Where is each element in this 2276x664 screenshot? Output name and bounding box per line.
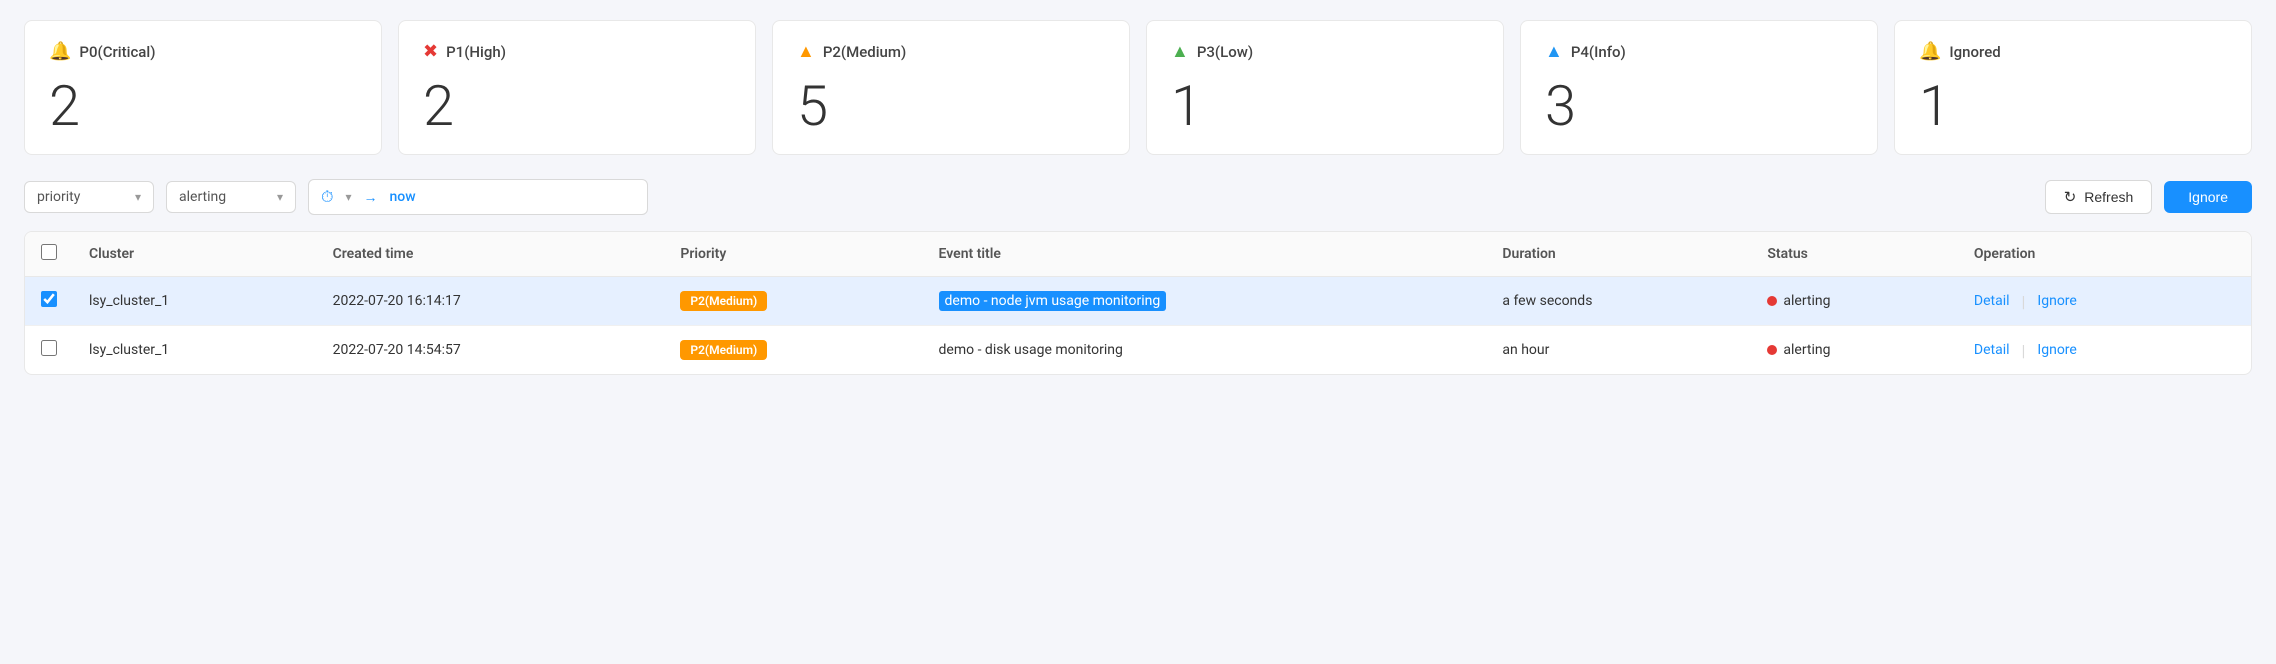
priority-card-p1[interactable]: ✖ P1(High) 2 — [398, 20, 756, 155]
priority-card-header-p0: 🔔 P0(Critical) — [49, 41, 357, 62]
priority-card-count-p3: 1 — [1171, 78, 1479, 134]
status-filter-chevron-icon: ▾ — [277, 190, 283, 204]
row-duration: an hour — [1486, 326, 1751, 375]
col-cluster: Cluster — [73, 232, 317, 277]
priority-card-p3[interactable]: ▲ P3(Low) 1 — [1146, 20, 1504, 155]
col-event-title: Event title — [923, 232, 1487, 277]
row-duration: a few seconds — [1486, 277, 1751, 326]
priority-card-count-p4: 3 — [1545, 78, 1853, 134]
priority-card-p4[interactable]: ▲ P4(Info) 3 — [1520, 20, 1878, 155]
priority-card-count-p0: 2 — [49, 78, 357, 134]
row-event-title[interactable]: demo - node jvm usage monitoring — [923, 277, 1487, 326]
time-picker-chevron-icon: ▾ — [345, 190, 351, 204]
col-created-time: Created time — [317, 232, 665, 277]
priority-card-count-ignored: 1 — [1919, 78, 2227, 134]
priority-badge: P2(Medium) — [680, 291, 767, 311]
col-operation: Operation — [1958, 232, 2251, 277]
time-range-picker[interactable]: ⏱ ▾ → now — [308, 179, 648, 215]
priority-card-header-ignored: 🔔 Ignored — [1919, 41, 2227, 62]
row-checkbox-cell — [25, 277, 73, 326]
priority-card-p0[interactable]: 🔔 P0(Critical) 2 — [24, 20, 382, 155]
row-operation: Detail | Ignore — [1958, 326, 2251, 375]
p1-icon: ✖ — [423, 41, 438, 62]
ignored-icon: 🔔 — [1919, 41, 1941, 62]
ignore-link[interactable]: Ignore — [2037, 293, 2076, 309]
refresh-label: Refresh — [2084, 189, 2133, 205]
priority-filter-label: priority — [37, 189, 80, 205]
table-header-row: Cluster Created time Priority Event titl… — [25, 232, 2251, 277]
clock-icon: ⏱ — [321, 187, 333, 207]
priority-card-header-p3: ▲ P3(Low) — [1171, 41, 1479, 62]
row-cluster: lsy_cluster_1 — [73, 277, 317, 326]
table-row: lsy_cluster_1 2022-07-20 14:54:57 P2(Med… — [25, 326, 2251, 375]
priority-card-header-p2: ▲ P2(Medium) — [797, 41, 1105, 62]
col-priority: Priority — [664, 232, 922, 277]
priority-card-label-p3: P3(Low) — [1197, 43, 1253, 61]
table-row: lsy_cluster_1 2022-07-20 16:14:17 P2(Med… — [25, 277, 2251, 326]
row-checkbox-row1[interactable] — [41, 291, 57, 307]
page-container: 🔔 P0(Critical) 2 ✖ P1(High) 2 ▲ P2(Mediu… — [0, 0, 2276, 395]
p0-icon: 🔔 — [49, 41, 71, 62]
status-filter-dropdown[interactable]: alerting ▾ — [166, 181, 296, 213]
priority-card-header-p1: ✖ P1(High) — [423, 41, 731, 62]
status-filter-label: alerting — [179, 189, 226, 205]
table-body: lsy_cluster_1 2022-07-20 16:14:17 P2(Med… — [25, 277, 2251, 375]
row-status: alerting — [1751, 277, 1958, 326]
time-now-label: now — [390, 189, 416, 205]
row-created-time: 2022-07-20 16:14:17 — [317, 277, 665, 326]
row-operation: Detail | Ignore — [1958, 277, 2251, 326]
header-checkbox-cell — [25, 232, 73, 277]
row-event-title[interactable]: demo - disk usage monitoring — [923, 326, 1487, 375]
p4-icon: ▲ — [1545, 41, 1563, 62]
priority-card-label-p2: P2(Medium) — [823, 43, 906, 61]
priority-card-header-p4: ▲ P4(Info) — [1545, 41, 1853, 62]
refresh-icon: ↻ — [2064, 188, 2077, 206]
row-priority: P2(Medium) — [664, 326, 922, 375]
detail-link[interactable]: Detail — [1974, 293, 2010, 309]
priority-cards-row: 🔔 P0(Critical) 2 ✖ P1(High) 2 ▲ P2(Mediu… — [24, 20, 2252, 155]
row-cluster: lsy_cluster_1 — [73, 326, 317, 375]
event-title-text: demo - node jvm usage monitoring — [939, 291, 1167, 311]
row-status: alerting — [1751, 326, 1958, 375]
priority-badge: P2(Medium) — [680, 340, 767, 360]
row-checkbox-row2[interactable] — [41, 340, 57, 356]
col-status: Status — [1751, 232, 1958, 277]
priority-filter-dropdown[interactable]: priority ▾ — [24, 181, 154, 213]
select-all-checkbox[interactable] — [41, 244, 57, 260]
op-separator: | — [2022, 341, 2026, 360]
p3-icon: ▲ — [1171, 41, 1189, 62]
priority-filter-chevron-icon: ▾ — [135, 190, 141, 204]
status-dot — [1767, 345, 1777, 355]
priority-card-label-p1: P1(High) — [446, 43, 506, 61]
priority-card-p2[interactable]: ▲ P2(Medium) 5 — [772, 20, 1130, 155]
op-separator: | — [2022, 292, 2026, 311]
ignore-button[interactable]: Ignore — [2164, 181, 2252, 213]
status-text: alerting — [1783, 342, 1830, 358]
time-arrow-icon: → — [364, 189, 378, 206]
toolbar: priority ▾ alerting ▾ ⏱ ▾ → now ↻ Refres… — [24, 179, 2252, 215]
priority-card-label-p0: P0(Critical) — [79, 43, 155, 61]
event-title-text: demo - disk usage monitoring — [939, 342, 1123, 358]
status-dot — [1767, 296, 1777, 306]
row-priority: P2(Medium) — [664, 277, 922, 326]
p2-icon: ▲ — [797, 41, 815, 62]
alerts-table-container: Cluster Created time Priority Event titl… — [24, 231, 2252, 375]
detail-link[interactable]: Detail — [1974, 342, 2010, 358]
refresh-button[interactable]: ↻ Refresh — [2045, 180, 2153, 214]
priority-card-ignored[interactable]: 🔔 Ignored 1 — [1894, 20, 2252, 155]
priority-card-count-p1: 2 — [423, 78, 731, 134]
status-text: alerting — [1783, 293, 1830, 309]
alerts-table: Cluster Created time Priority Event titl… — [25, 232, 2251, 374]
ignore-link[interactable]: Ignore — [2037, 342, 2076, 358]
priority-card-label-ignored: Ignored — [1949, 43, 2000, 61]
ignore-label: Ignore — [2188, 189, 2228, 205]
priority-card-label-p4: P4(Info) — [1571, 43, 1626, 61]
col-duration: Duration — [1486, 232, 1751, 277]
table-header: Cluster Created time Priority Event titl… — [25, 232, 2251, 277]
row-created-time: 2022-07-20 14:54:57 — [317, 326, 665, 375]
priority-card-count-p2: 5 — [797, 78, 1105, 134]
row-checkbox-cell — [25, 326, 73, 375]
